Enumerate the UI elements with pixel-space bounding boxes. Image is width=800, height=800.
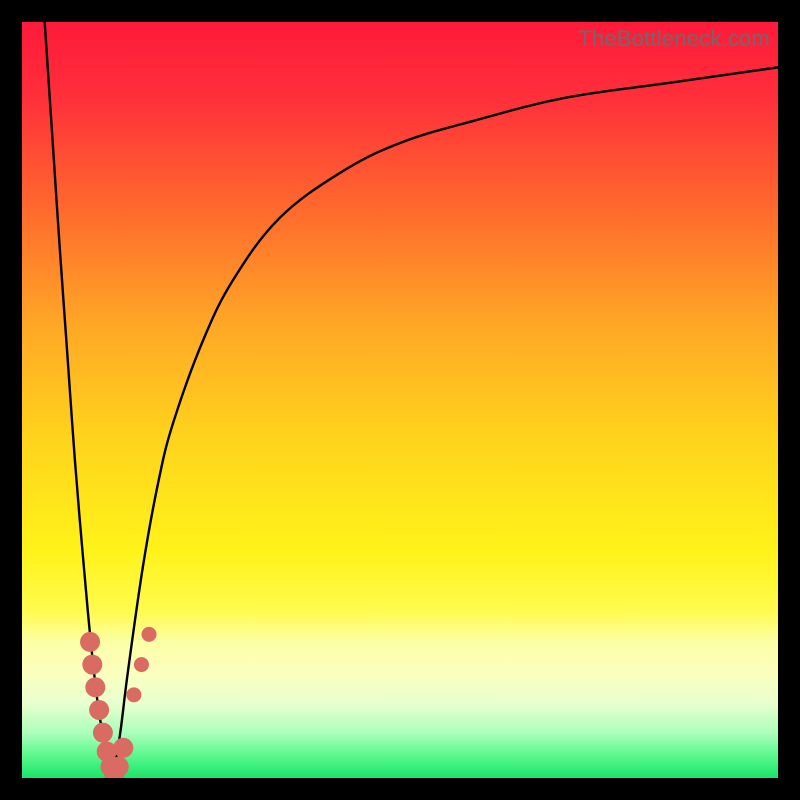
plot-area: TheBottleneck.com bbox=[22, 22, 778, 778]
data-marker bbox=[142, 627, 157, 642]
data-marker bbox=[134, 657, 149, 672]
data-marker bbox=[89, 700, 109, 720]
data-marker bbox=[113, 738, 133, 758]
watermark-text: TheBottleneck.com bbox=[578, 26, 770, 52]
data-marker bbox=[80, 632, 100, 652]
marker-group bbox=[80, 627, 156, 778]
curve-left-branch bbox=[45, 22, 113, 778]
curves-layer bbox=[22, 22, 778, 778]
data-marker bbox=[126, 687, 141, 702]
chart-frame: TheBottleneck.com bbox=[0, 0, 800, 800]
data-marker bbox=[93, 723, 113, 743]
curve-right-branch bbox=[113, 67, 778, 778]
data-marker bbox=[109, 757, 129, 777]
data-marker bbox=[85, 677, 105, 697]
data-marker bbox=[82, 655, 102, 675]
